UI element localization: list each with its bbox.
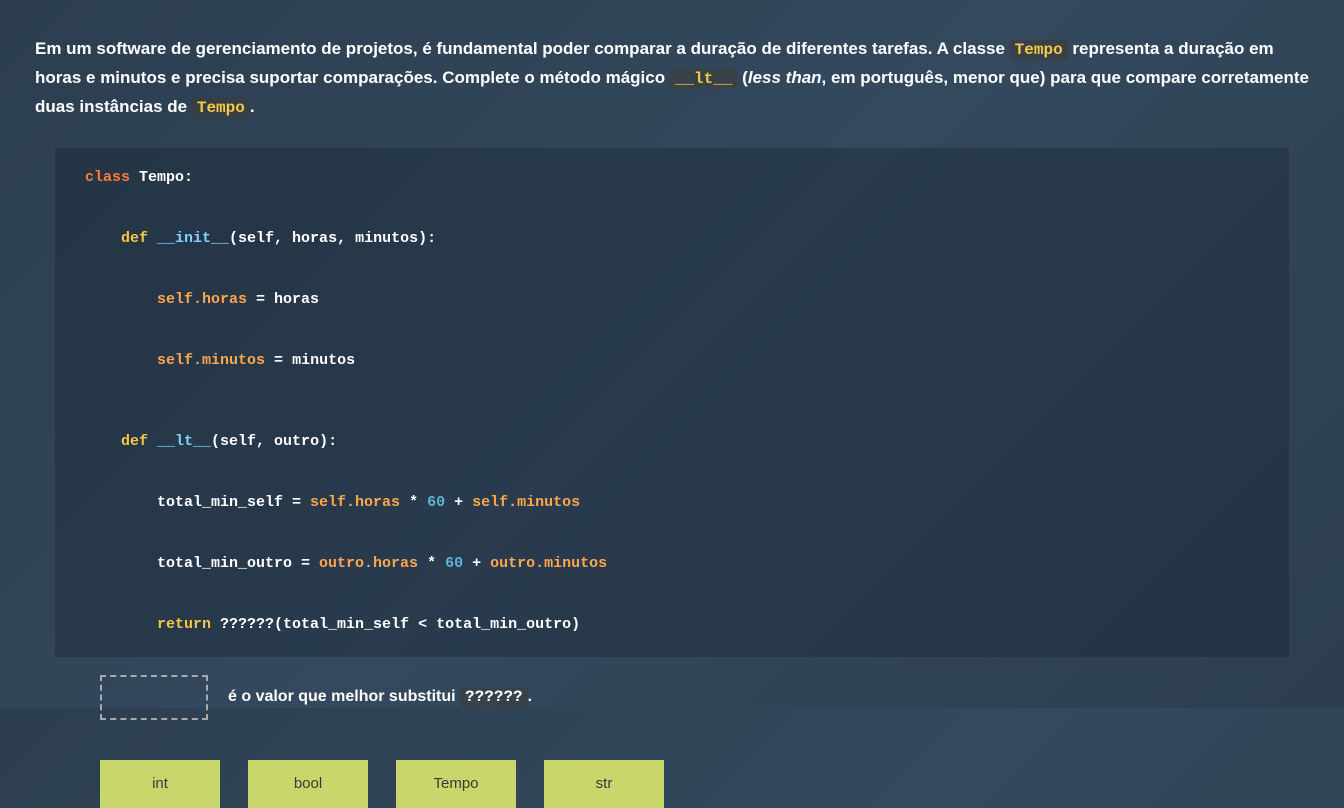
option-bool[interactable]: bool — [248, 760, 368, 808]
answer-drop-zone[interactable] — [100, 675, 208, 720]
code-line-lt: def __lt__(self, outro): — [85, 430, 1259, 454]
method-init: __init__ — [148, 230, 229, 247]
class-name: Tempo — [130, 169, 184, 186]
option-str[interactable]: str — [544, 760, 664, 808]
calc1-60: 60 — [427, 494, 445, 511]
code-line-init: def __init__(self, horas, minutos): — [85, 227, 1259, 251]
code-line-class: class Tempo: — [85, 166, 1259, 190]
self-horas: self.horas — [157, 291, 247, 308]
code-line-calc1: total_min_self = self.horas * 60 + self.… — [85, 491, 1259, 515]
question-text: Em um software de gerenciamento de proje… — [35, 35, 1309, 123]
calc1-selfhoras: self.horas — [310, 494, 400, 511]
calc2-outrohoras: outro.horas — [319, 555, 418, 572]
minutos-var: minutos — [292, 352, 355, 369]
calc1-plus: + — [445, 494, 472, 511]
code-line-calc2: total_min_outro = outro.horas * 60 + out… — [85, 552, 1259, 576]
assign-op: = — [265, 352, 292, 369]
calc1-mult: * — [400, 494, 427, 511]
keyword-return: return — [157, 616, 211, 633]
question-part5: . — [250, 97, 255, 116]
keyword-def: def — [121, 433, 148, 450]
calc1-selfmin: self.minutos — [472, 494, 580, 511]
code-line-assign-horas: self.horas = horas — [85, 288, 1259, 312]
code-line-assign-minutos: self.minutos = minutos — [85, 349, 1259, 373]
question-part3: ( — [737, 68, 747, 87]
code-block: class Tempo: def __init__(self, horas, m… — [55, 148, 1289, 657]
answer-row: é o valor que melhor substitui ??????. — [100, 675, 1309, 720]
method-lt: __lt__ — [148, 433, 211, 450]
question-italic: less than — [748, 68, 822, 87]
question-code-tempo2: Tempo — [192, 98, 250, 118]
question-code-lt: __lt__ — [670, 69, 738, 89]
init-params: (self, horas, minutos) — [229, 230, 427, 247]
horas-var: horas — [274, 291, 319, 308]
answer-label: é o valor que melhor substitui ??????. — [228, 688, 532, 706]
colon: : — [427, 230, 436, 247]
lt-params: (self, outro) — [211, 433, 328, 450]
calc2-plus: + — [463, 555, 490, 572]
keyword-class: class — [85, 169, 130, 186]
code-line-return: return ??????(total_min_self < total_min… — [85, 613, 1259, 637]
return-expr: ??????(total_min_self < total_min_outro) — [211, 616, 580, 633]
options-row: int bool Tempo str — [100, 760, 1309, 808]
calc2-var: total_min_outro = — [157, 555, 319, 572]
answer-placeholder-code: ?????? — [460, 687, 528, 707]
keyword-def: def — [121, 230, 148, 247]
assign-op: = — [247, 291, 274, 308]
calc2-60: 60 — [445, 555, 463, 572]
answer-label-part1: é o valor que melhor substitui — [228, 688, 460, 705]
option-tempo[interactable]: Tempo — [396, 760, 516, 808]
calc2-outromin: outro.minutos — [490, 555, 607, 572]
self-minutos: self.minutos — [157, 352, 265, 369]
question-code-tempo: Tempo — [1010, 40, 1068, 60]
answer-label-part2: . — [528, 688, 532, 705]
colon: : — [328, 433, 337, 450]
colon: : — [184, 169, 193, 186]
option-int[interactable]: int — [100, 760, 220, 808]
question-part1: Em um software de gerenciamento de proje… — [35, 39, 1010, 58]
calc2-mult: * — [418, 555, 445, 572]
calc1-var: total_min_self = — [157, 494, 310, 511]
